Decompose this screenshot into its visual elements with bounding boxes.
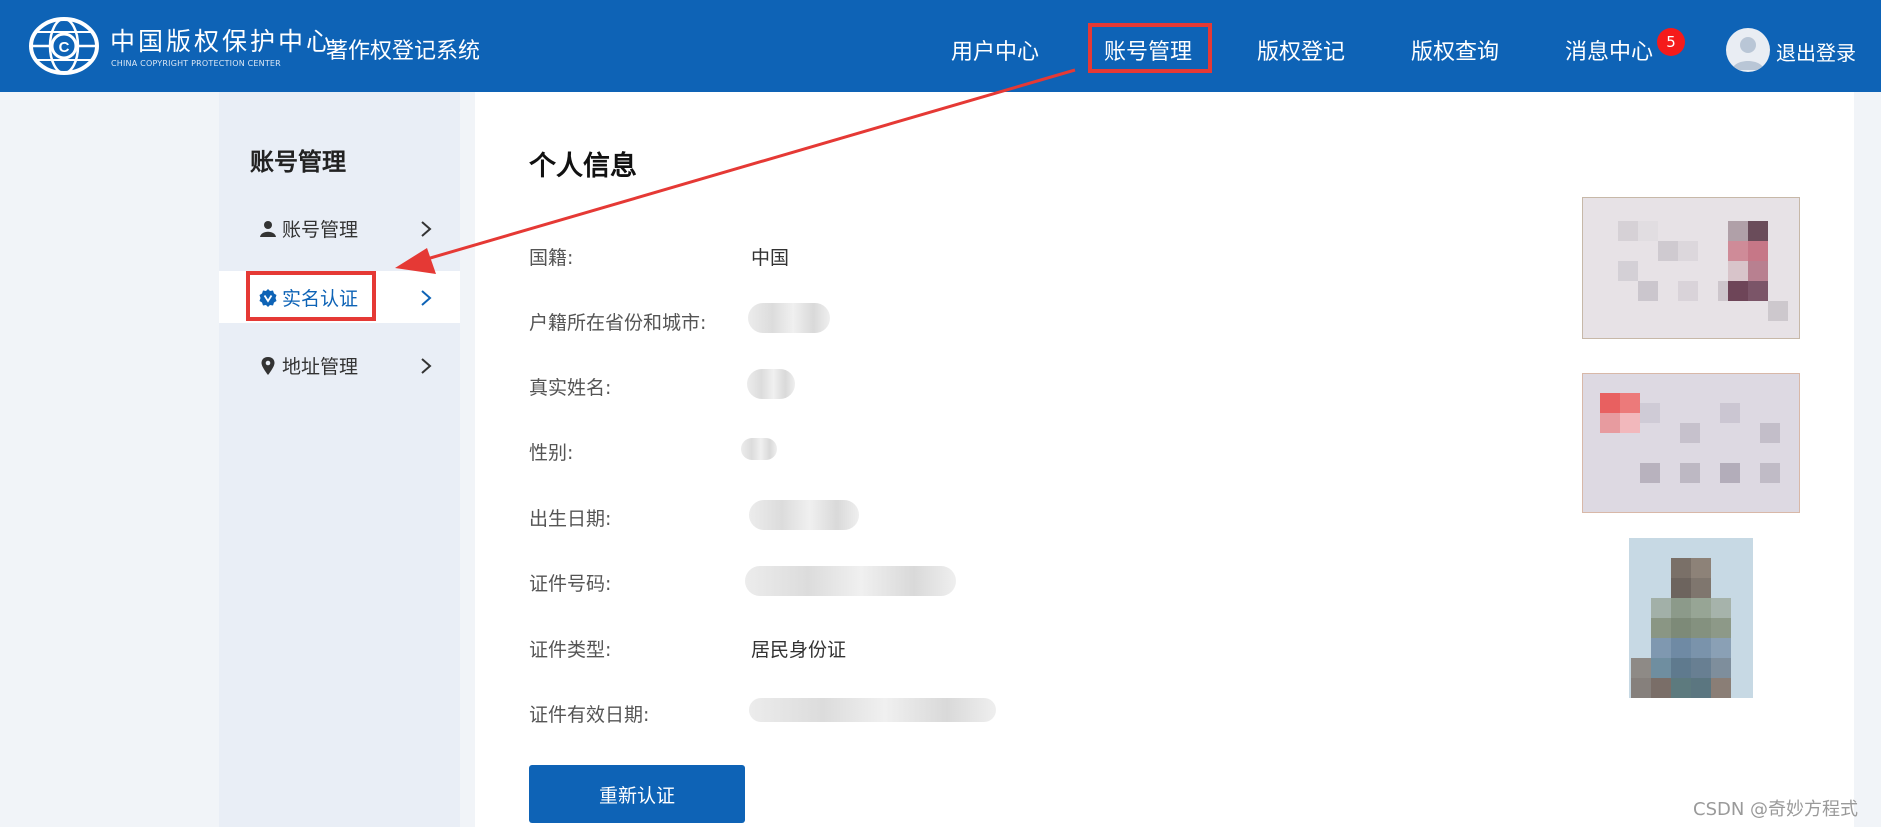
nav-highlight-box [1088,23,1212,73]
field-value-nationality: 中国 [751,247,790,269]
location-pin-icon [261,357,275,375]
org-name-en: CHINA COPYRIGHT PROTECTION CENTER [111,59,281,68]
field-label-id-number: 证件号码: [529,573,612,595]
svg-text:C: C [59,39,70,56]
copyright-center-logo: C [29,17,99,75]
nav-copyright-query[interactable]: 版权查询 [1411,34,1499,66]
system-name: 著作权登记系统 [326,39,481,64]
sidebar-item-label: 地址管理 [282,356,359,378]
redacted-real-name [747,369,795,399]
field-label-id-type: 证件类型: [529,639,612,661]
personal-info-panel: 个人信息 国籍: 中国 户籍所在省份和城市: 真实姓名: 性别: 出生日期: 证… [475,92,1854,827]
watermark: CSDN @奇妙方程式 [1693,799,1859,820]
pixelated-id-back-icon [1582,373,1800,513]
chevron-right-icon [421,290,432,306]
sidebar-title: 账号管理 [250,148,346,176]
field-label-birth-date: 出生日期: [529,508,612,530]
nav-message-center[interactable]: 消息中心 [1565,34,1653,66]
org-name-cn: 中国版权保护中心 [110,27,335,56]
id-card-front-image [1582,197,1800,339]
chevron-right-icon [421,358,432,374]
sidebar-highlight-box [246,271,376,321]
sidebar-item-label: 账号管理 [282,219,359,241]
avatar[interactable] [1726,28,1770,72]
person-photo-image [1629,538,1753,698]
page-title: 个人信息 [529,151,637,182]
pixelated-person-icon [1629,538,1753,698]
redacted-birth-date [749,500,859,530]
sidebar-item-account[interactable]: 账号管理 [219,202,460,254]
field-value-id-type: 居民身份证 [751,639,847,661]
redacted-id-validity [749,698,996,722]
redacted-gender [741,438,777,460]
sidebar-item-address[interactable]: 地址管理 [219,339,460,391]
user-icon [260,221,276,237]
message-count-badge: 5 [1657,28,1685,56]
nav-copyright-registration[interactable]: 版权登记 [1257,34,1345,66]
reauthenticate-button[interactable]: 重新认证 [529,765,745,823]
logout-link[interactable]: 退出登录 [1776,37,1856,66]
chevron-right-icon [421,221,432,237]
pixelated-id-front-icon [1582,197,1800,339]
field-label-real-name: 真实姓名: [529,377,612,399]
field-label-gender: 性别: [529,442,574,464]
field-label-province-city: 户籍所在省份和城市: [529,312,707,334]
field-label-nationality: 国籍: [529,247,574,269]
redacted-id-number [745,566,956,596]
nav-user-center[interactable]: 用户中心 [951,34,1039,66]
sidebar: 账号管理 账号管理 实名认证 地址管理 [219,92,460,827]
field-label-id-validity: 证件有效日期: [529,704,650,726]
redacted-province-city [748,303,830,333]
user-avatar-icon [1732,37,1764,70]
id-card-back-image [1582,373,1800,513]
top-navbar: C 中国版权保护中心 CHINA COPYRIGHT PROTECTION CE… [0,0,1881,92]
